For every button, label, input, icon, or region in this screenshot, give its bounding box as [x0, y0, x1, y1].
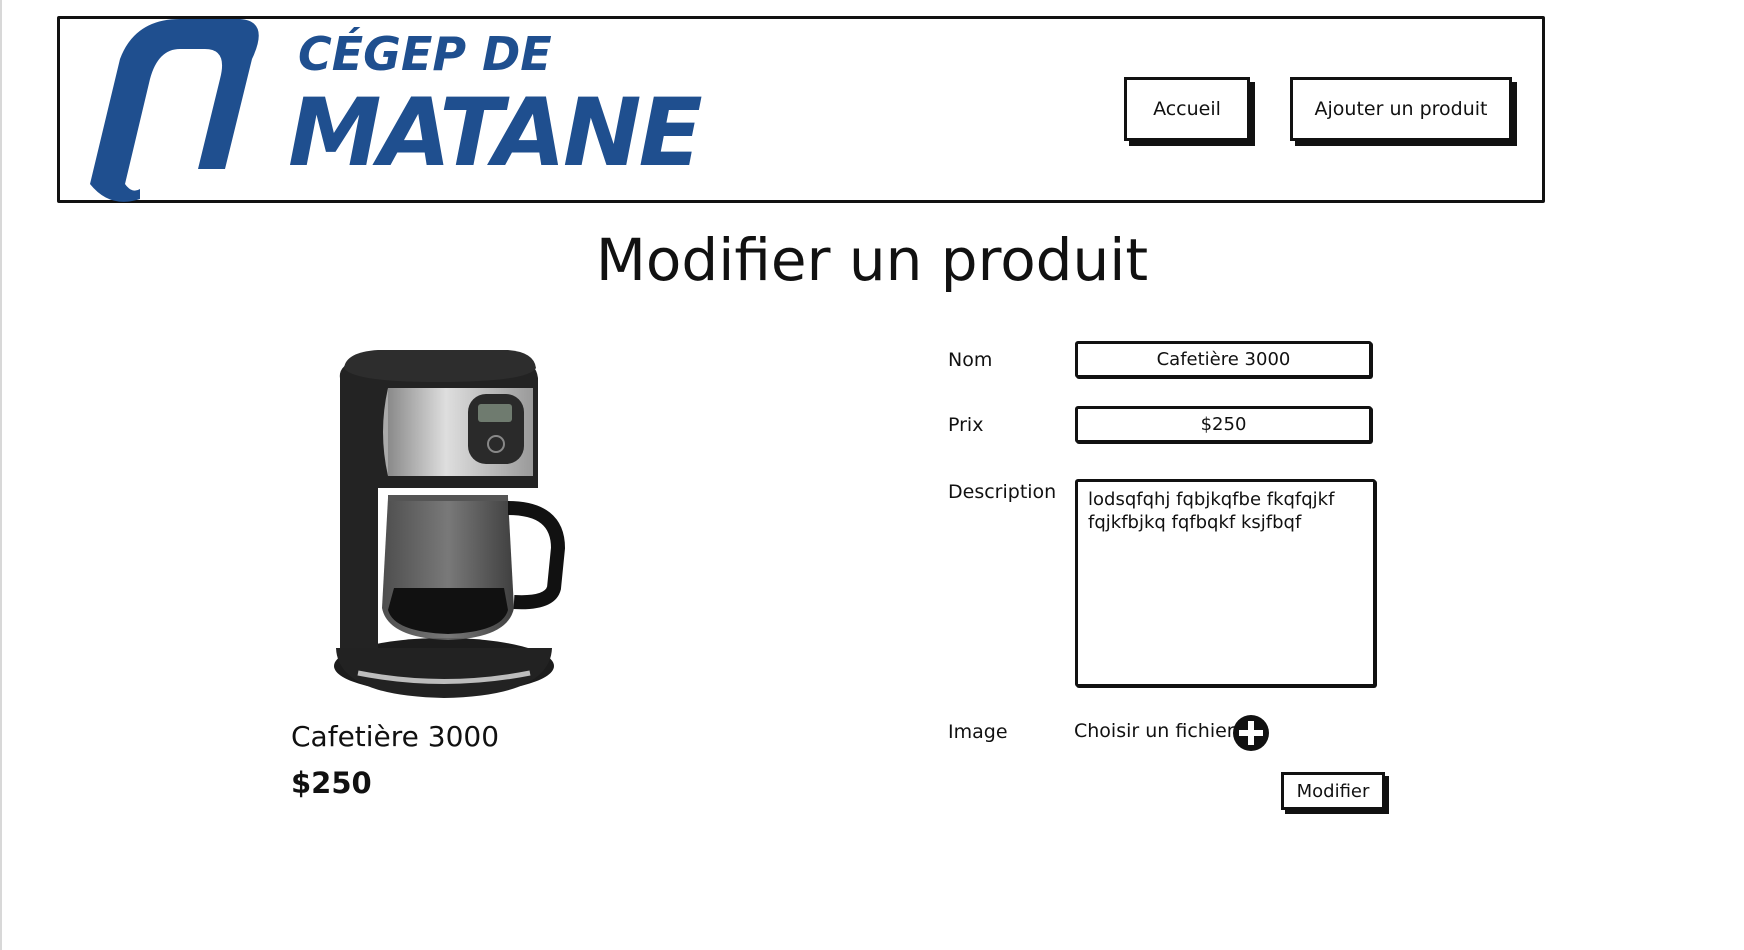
- product-preview-name: Cafetière 3000: [291, 720, 500, 753]
- description-textarea[interactable]: lodsqfqhj fqbjkqfbe fkqfqjkf fqjkfbjkq f…: [1075, 479, 1376, 687]
- price-input[interactable]: [1075, 406, 1372, 443]
- description-label: Description: [948, 481, 1057, 503]
- coffee-maker-image: [334, 350, 566, 698]
- logo-text-matane: MATANE: [288, 79, 703, 188]
- cegep-matane-logo[interactable]: CÉGEP DE MATANE: [80, 19, 703, 209]
- home-button[interactable]: Accueil: [1124, 77, 1250, 141]
- logo-arch-mark: [90, 19, 259, 202]
- name-label: Nom: [948, 349, 993, 371]
- add-product-button[interactable]: Ajouter un produit: [1290, 77, 1512, 141]
- plus-circle-icon[interactable]: [1232, 714, 1270, 752]
- logo-text-cegep-de: CÉGEP DE: [298, 27, 552, 81]
- page-title: Modifier un produit: [595, 226, 1149, 294]
- product-preview-price: $250: [291, 766, 372, 800]
- submit-modify-button[interactable]: Modifier: [1281, 772, 1385, 810]
- price-label: Prix: [948, 414, 984, 436]
- image-label: Image: [948, 721, 1008, 743]
- choose-file-label[interactable]: Choisir un fichier: [1074, 720, 1235, 742]
- name-input[interactable]: [1075, 341, 1372, 378]
- product-image: [318, 348, 590, 708]
- page-left-border: [0, 0, 2, 950]
